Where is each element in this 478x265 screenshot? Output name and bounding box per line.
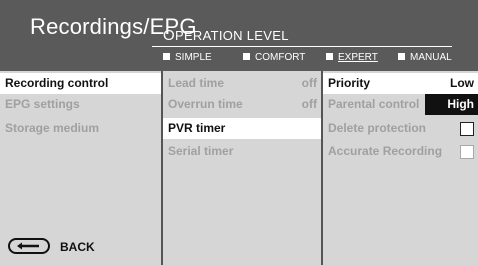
setting-accurate-recording[interactable]: Accurate Recording: [323, 141, 478, 162]
submenu-item-serial-timer[interactable]: Serial timer: [163, 141, 321, 162]
square-icon: [398, 53, 405, 60]
delete-protection-checkbox[interactable]: [460, 122, 474, 136]
submenu-item-label: Lead time: [168, 76, 225, 90]
setting-value: Low: [450, 76, 474, 90]
settings-panel: Priority Low Parental control High Delet…: [323, 71, 478, 265]
submenu-item-value: off: [301, 76, 317, 90]
submenu-item-overrun-time[interactable]: Overrun time off: [163, 94, 321, 115]
submenu-item-value: off: [301, 97, 317, 111]
setting-label: Parental control: [328, 97, 420, 111]
back-arrow-icon: [8, 238, 50, 254]
operation-level-title: OPERATION LEVEL: [163, 27, 289, 44]
menu-item-label: Storage medium: [5, 121, 100, 135]
menu-item-label: EPG settings: [5, 97, 80, 111]
menu-item-epg-settings[interactable]: EPG settings: [0, 94, 161, 115]
main-menu-panel: Recording control EPG settings Storage m…: [0, 71, 161, 265]
level-option-label: EXPERT: [338, 52, 378, 63]
level-option-comfort[interactable]: COMFORT: [243, 52, 305, 63]
setting-priority[interactable]: Priority Low: [323, 73, 478, 94]
level-option-label: MANUAL: [410, 52, 452, 63]
accurate-recording-checkbox[interactable]: [460, 145, 474, 159]
menu-item-storage-medium[interactable]: Storage medium: [0, 118, 161, 139]
back-label: BACK: [60, 240, 95, 254]
square-icon: [243, 53, 250, 60]
operation-level-rest: PERATION LEVEL: [174, 28, 289, 43]
setting-label: Accurate Recording: [328, 144, 443, 158]
setting-value-highlight: High: [425, 94, 478, 115]
level-option-simple[interactable]: SIMPLE: [163, 52, 212, 63]
header: Recordings/EPG OPERATION LEVEL SIMPLE CO…: [0, 0, 478, 71]
submenu-item-pvr-timer[interactable]: PVR timer: [163, 118, 321, 139]
operation-level-initial: O: [163, 27, 175, 44]
setting-parental-control[interactable]: Parental control High: [323, 94, 478, 115]
level-option-label: SIMPLE: [175, 52, 212, 63]
menu-item-label: Recording control: [5, 76, 109, 90]
level-option-expert[interactable]: EXPERT: [326, 52, 378, 63]
setting-label: Delete protection: [328, 121, 427, 135]
level-option-manual[interactable]: MANUAL: [398, 52, 452, 63]
square-icon: [326, 53, 333, 60]
setting-label: Priority: [328, 76, 371, 90]
submenu-item-label: Serial timer: [168, 144, 234, 158]
setting-delete-protection[interactable]: Delete protection: [323, 118, 478, 139]
submenu-panel: Lead time off Overrun time off PVR timer…: [163, 71, 321, 265]
menu-item-recording-control[interactable]: Recording control: [0, 73, 161, 94]
submenu-item-label: Overrun time: [168, 97, 243, 111]
submenu-item-label: PVR timer: [168, 121, 226, 135]
recordings-epg-screen: Recordings/EPG OPERATION LEVEL SIMPLE CO…: [0, 0, 478, 265]
level-option-label: COMFORT: [255, 52, 306, 63]
operation-level-divider: [152, 46, 452, 47]
square-icon: [163, 53, 170, 60]
submenu-item-lead-time[interactable]: Lead time off: [163, 73, 321, 94]
